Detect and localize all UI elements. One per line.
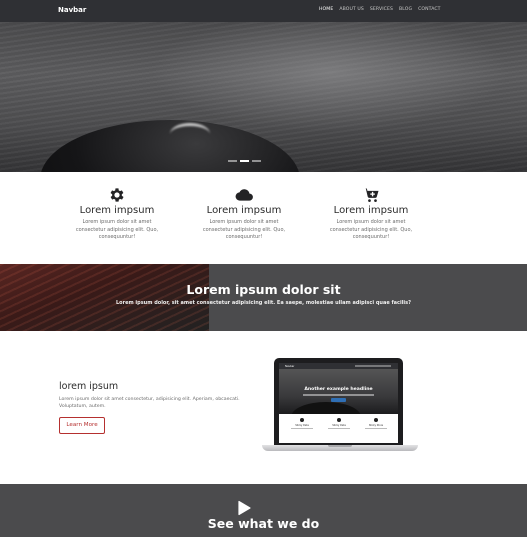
- mockup-feature-icon: [374, 418, 378, 422]
- nav-link-contact[interactable]: CONTACT: [418, 7, 440, 12]
- mockup-nav-links: [355, 365, 391, 367]
- about-section: lorem ipsum Lorem ipsum dolor sit amet c…: [0, 331, 527, 484]
- carousel-indicator-3[interactable]: [252, 160, 261, 162]
- mockup-feature-icon: [337, 418, 341, 422]
- mockup-hero-subtitle: [303, 394, 374, 396]
- banner-subtitle: Lorem ipsum dolor, sit amet consectetur …: [115, 300, 411, 306]
- mockup-hero-button: [331, 398, 346, 402]
- banner-section: Lorem ipsum dolor sit Lorem ipsum dolor,…: [0, 264, 527, 331]
- nav-link-services[interactable]: SERVICES: [370, 7, 393, 12]
- mockup-feature-icon: [300, 418, 304, 422]
- mockup-feature-text: [291, 428, 313, 429]
- laptop-notch: [328, 445, 352, 447]
- feature-title: Lorem impsum: [206, 205, 282, 216]
- banner-title: Lorem ipsum dolor sit: [186, 282, 341, 297]
- mockup-feature-title: Sticky Data: [332, 423, 346, 427]
- learn-more-button[interactable]: Learn More: [59, 417, 105, 434]
- laptop-mockup-image: Navbar Another example headline Sticky D…: [262, 358, 418, 456]
- carousel-indicator-1[interactable]: [228, 160, 237, 162]
- see-what-we-do-title: See what we do: [207, 516, 320, 531]
- about-title: lorem ipsum: [59, 381, 119, 392]
- mockup-brand: Navbar: [285, 364, 295, 368]
- about-text: Lorem ipsum dolor sit amet consectetur, …: [59, 397, 240, 409]
- mockup-hero: Another example headline: [279, 369, 398, 432]
- feature-text: Lorem ipsum dolor sit amet consectetur a…: [202, 219, 286, 240]
- feature-card: Lorem impsum Lorem ipsum dolor sit amet …: [57, 186, 177, 242]
- feature-card: Lorem impsum Lorem ipsum dolor sit amet …: [311, 186, 431, 242]
- mockup-feature-title: Sticky Store: [368, 423, 384, 427]
- feature-title: Lorem impsum: [79, 205, 155, 216]
- mockup-feature: Sticky Data: [287, 418, 317, 429]
- feature-text: Lorem ipsum dolor sit amet consectetur a…: [329, 219, 413, 240]
- gear-icon: [110, 188, 124, 202]
- laptop-screen: Navbar Another example headline Sticky D…: [279, 363, 398, 443]
- nav-link-blog[interactable]: BLOG: [399, 7, 412, 12]
- hero-image-highlight: [170, 123, 210, 145]
- carousel-indicator-2[interactable]: [240, 160, 249, 162]
- play-icon[interactable]: [236, 500, 252, 516]
- navbar-brand[interactable]: Navbar: [58, 6, 86, 14]
- mockup-feature-text: [365, 428, 387, 429]
- mockup-feature: Sticky Store: [361, 418, 391, 429]
- mockup-feature-text: [328, 428, 350, 429]
- mockup-feature-title: Sticky Data: [295, 423, 309, 427]
- cloud-icon: [235, 189, 253, 201]
- navbar: Navbar HOME ABOUT US SERVICES BLOG CONTA…: [0, 0, 527, 22]
- nav-link-about-us[interactable]: ABOUT US: [339, 7, 364, 12]
- hero-background-glow: [150, 22, 510, 132]
- nav-links: HOME ABOUT US SERVICES BLOG CONTACT: [319, 7, 441, 12]
- carousel-indicators: [228, 160, 261, 162]
- feature-title: Lorem impsum: [333, 205, 409, 216]
- hero-carousel: [0, 22, 527, 172]
- banner-background-image: [0, 264, 209, 331]
- nav-link-home[interactable]: HOME: [319, 7, 333, 12]
- mockup-features: Sticky Data Sticky Data Sticky Store: [279, 414, 398, 443]
- mockup-feature: Sticky Data: [324, 418, 354, 429]
- mockup-hero-title: Another example headline: [304, 387, 373, 392]
- feature-text: Lorem ipsum dolor sit amet consectetur a…: [75, 219, 159, 240]
- see-what-we-do-section: See what we do: [0, 484, 527, 537]
- features-section: Lorem impsum Lorem ipsum dolor sit amet …: [0, 172, 527, 264]
- cart-plus-icon: [363, 188, 379, 202]
- feature-card: Lorem impsum Lorem ipsum dolor sit amet …: [184, 186, 304, 242]
